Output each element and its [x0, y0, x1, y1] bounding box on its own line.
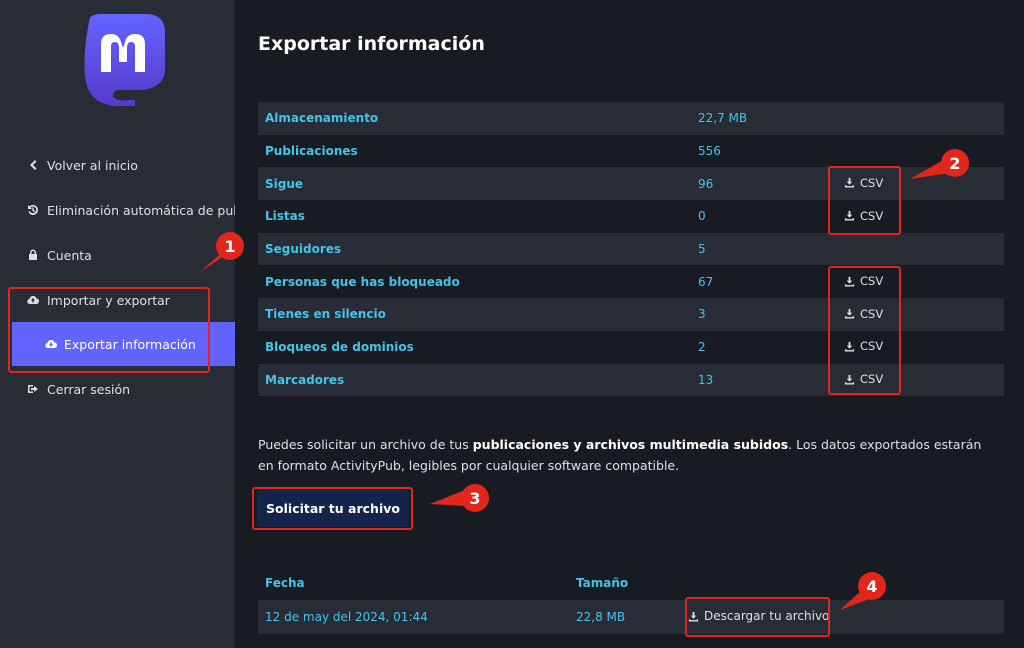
table-row: Publicaciones 556 — [258, 135, 1004, 168]
sidebar-subitem-label: Exportar información — [64, 336, 196, 352]
annotation-number: 1 — [224, 237, 236, 256]
stat-value: 13 — [698, 372, 714, 387]
lock-icon — [27, 249, 39, 261]
sidebar-item-import-export[interactable]: Importar y exportar — [0, 278, 235, 322]
table-row: Personas que has bloqueado 67 CSV — [258, 265, 1004, 298]
stat-value: 0 — [698, 209, 706, 224]
chevron-left-icon — [27, 159, 39, 171]
annotation-marker-3 — [420, 482, 500, 522]
download-archive-link[interactable]: Descargar tu archivo — [688, 609, 829, 623]
sidebar-item-logout[interactable]: Cerrar sesión — [0, 367, 235, 411]
sidebar-item-label: Importar y exportar — [47, 292, 170, 308]
annotation-number: 2 — [949, 154, 961, 173]
stat-value: 5 — [698, 242, 706, 257]
sign-out-icon — [27, 383, 39, 395]
download-icon — [844, 178, 855, 189]
history-icon — [27, 204, 39, 216]
download-icon — [844, 309, 855, 319]
sidebar-item-label: Eliminación automática de pub… — [47, 202, 235, 218]
download-icon — [844, 374, 855, 385]
table-row: Bloqueos de dominios 2 CSV — [258, 331, 1004, 364]
download-icon — [688, 611, 699, 622]
archive-description: Puedes solicitar un archivo de tus publi… — [258, 437, 982, 473]
sidebar-item-label: Cuenta — [47, 247, 92, 263]
column-header-date: Fecha — [265, 576, 305, 590]
stat-value: 22,7 MB — [698, 111, 748, 126]
download-icon — [844, 211, 855, 221]
page-title: Exportar información — [258, 33, 485, 55]
table-row: Seguidores 5 — [258, 232, 1004, 266]
cloud-download-icon — [45, 338, 57, 350]
download-icon — [844, 276, 855, 287]
column-header-size: Tamaño — [576, 576, 629, 590]
table-row: Sigue 96 CSV — [258, 167, 1004, 201]
sidebar-item-auto-delete[interactable]: Eliminación automática de pub… — [0, 188, 235, 232]
sidebar: Volver al inicio Eliminación automática … — [0, 0, 235, 648]
archive-table-header: Fecha Tamaño — [258, 570, 1004, 596]
stat-value: 556 — [698, 144, 721, 159]
stat-label: Seguidores — [265, 242, 342, 257]
csv-download-link-bookmarks[interactable]: CSV — [844, 372, 883, 386]
csv-download-link-follows[interactable]: CSV — [844, 176, 883, 190]
table-row: 12 de may del 2024, 01:44 22,8 MB Descar… — [258, 600, 1004, 634]
table-row: Marcadores 13 CSV — [258, 363, 1004, 397]
stat-label: Personas que has bloqueado — [265, 274, 460, 289]
stat-value: 2 — [698, 340, 706, 355]
csv-download-link-blocks[interactable]: CSV — [844, 274, 883, 288]
archive-size: 22,8 MB — [576, 610, 626, 624]
stat-value: 96 — [698, 176, 714, 191]
stat-label: Sigue — [265, 176, 304, 191]
stat-label: Tienes en silencio — [265, 307, 386, 322]
table-row: Listas 0 CSV — [258, 200, 1004, 233]
annotation-number: 4 — [866, 577, 878, 596]
download-icon — [844, 341, 855, 352]
table-row: Tienes en silencio 3 CSV — [258, 298, 1004, 331]
stat-label: Almacenamiento — [265, 111, 379, 126]
stat-label: Marcadores — [265, 372, 345, 387]
sidebar-item-account[interactable]: Cuenta — [0, 233, 235, 277]
stat-label: Publicaciones — [265, 144, 358, 159]
annotation-number: 3 — [469, 489, 481, 508]
export-stats-table: Almacenamiento 22,7 MB Publicaciones 556… — [258, 102, 1004, 397]
csv-download-link-domain-blocks[interactable]: CSV — [844, 339, 883, 353]
sidebar-item-label: Cerrar sesión — [47, 381, 131, 397]
archive-date: 12 de may del 2024, 01:44 — [265, 610, 428, 624]
sidebar-subitem-export-data[interactable]: Exportar información — [12, 322, 235, 366]
stat-label: Listas — [265, 209, 305, 224]
sidebar-item-label: Volver al inicio — [47, 157, 138, 173]
cloud-upload-icon — [27, 294, 39, 306]
mastodon-logo-icon[interactable] — [79, 14, 167, 107]
stat-label: Bloqueos de dominios — [265, 340, 414, 355]
csv-download-link-mutes[interactable]: CSV — [844, 307, 883, 321]
sidebar-item-home[interactable]: Volver al inicio — [0, 143, 235, 187]
stat-value: 67 — [698, 274, 714, 289]
table-row: Almacenamiento 22,7 MB — [258, 102, 1004, 135]
csv-download-link-lists[interactable]: CSV — [844, 209, 883, 223]
request-archive-button[interactable]: Solicitar tu archivo — [257, 490, 409, 527]
stat-value: 3 — [698, 307, 706, 322]
